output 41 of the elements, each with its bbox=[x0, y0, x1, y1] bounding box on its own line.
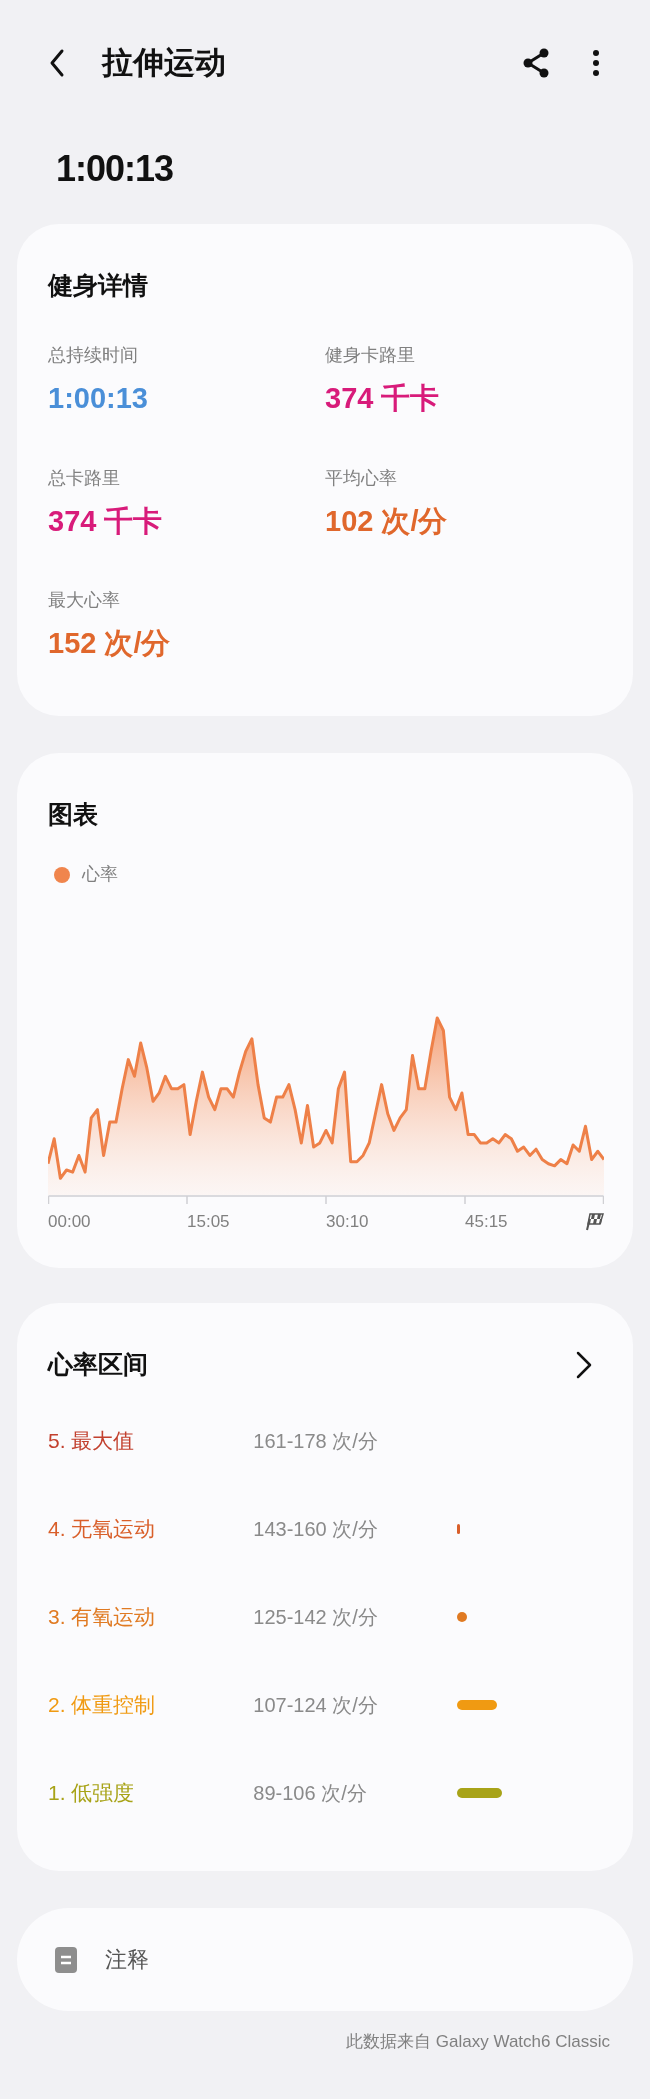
axis-label: 30:10 bbox=[326, 1211, 369, 1233]
zone-range: 125-142 次/分 bbox=[253, 1605, 379, 1630]
chevron-right-icon[interactable] bbox=[574, 1350, 594, 1380]
stat-label: 最大心率 bbox=[48, 589, 121, 612]
zone-name: 3. 有氧运动 bbox=[48, 1604, 157, 1631]
zone-bar bbox=[456, 1612, 467, 1622]
more-icon[interactable] bbox=[592, 49, 600, 77]
stat-label: 健身卡路里 bbox=[325, 344, 416, 367]
axis-label: 45:15 bbox=[465, 1211, 508, 1233]
data-source-text: 此数据来自 Galaxy Watch6 Classic bbox=[346, 2031, 610, 2053]
zone-range: 161-178 次/分 bbox=[253, 1429, 379, 1454]
legend-label: 心率 bbox=[82, 863, 118, 886]
notes-button[interactable]: 注释 bbox=[17, 1908, 633, 2011]
zone-range: 89-106 次/分 bbox=[253, 1781, 368, 1806]
axis-label: 00:00 bbox=[48, 1211, 91, 1233]
share-icon[interactable] bbox=[522, 48, 550, 78]
stat-value: 374 千卡 bbox=[48, 503, 164, 539]
zone-name: 1. 低强度 bbox=[48, 1780, 136, 1807]
stat-label: 总卡路里 bbox=[48, 466, 121, 490]
zone-range: 143-160 次/分 bbox=[253, 1517, 379, 1542]
finish-flag-icon bbox=[584, 1211, 604, 1231]
section-title: 心率区间 bbox=[48, 1349, 148, 1381]
axis-label: 15:05 bbox=[187, 1211, 230, 1233]
zone-bar bbox=[456, 1700, 497, 1710]
zone-name: 2. 体重控制 bbox=[48, 1692, 157, 1719]
stat-value: 152 次/分 bbox=[48, 626, 172, 661]
workout-duration: 1:00:13 bbox=[56, 147, 174, 191]
note-icon bbox=[55, 1946, 77, 1973]
page-title: 拉伸运动 bbox=[102, 43, 226, 82]
section-title: 健身详情 bbox=[48, 270, 148, 302]
zone-name: 4. 无氧运动 bbox=[48, 1516, 157, 1543]
stat-label: 平均心率 bbox=[325, 466, 398, 490]
zone-range: 107-124 次/分 bbox=[253, 1693, 379, 1718]
zone-bar bbox=[456, 1788, 502, 1798]
stat-value: 374 千卡 bbox=[325, 381, 441, 416]
stat-label: 总持续时间 bbox=[48, 344, 139, 367]
stat-value: 102 次/分 bbox=[325, 503, 449, 539]
zone-bar bbox=[456, 1524, 460, 1534]
stat-value: 1:00:13 bbox=[48, 381, 149, 416]
zone-name: 5. 最大值 bbox=[48, 1428, 136, 1455]
section-title: 图表 bbox=[48, 799, 98, 831]
